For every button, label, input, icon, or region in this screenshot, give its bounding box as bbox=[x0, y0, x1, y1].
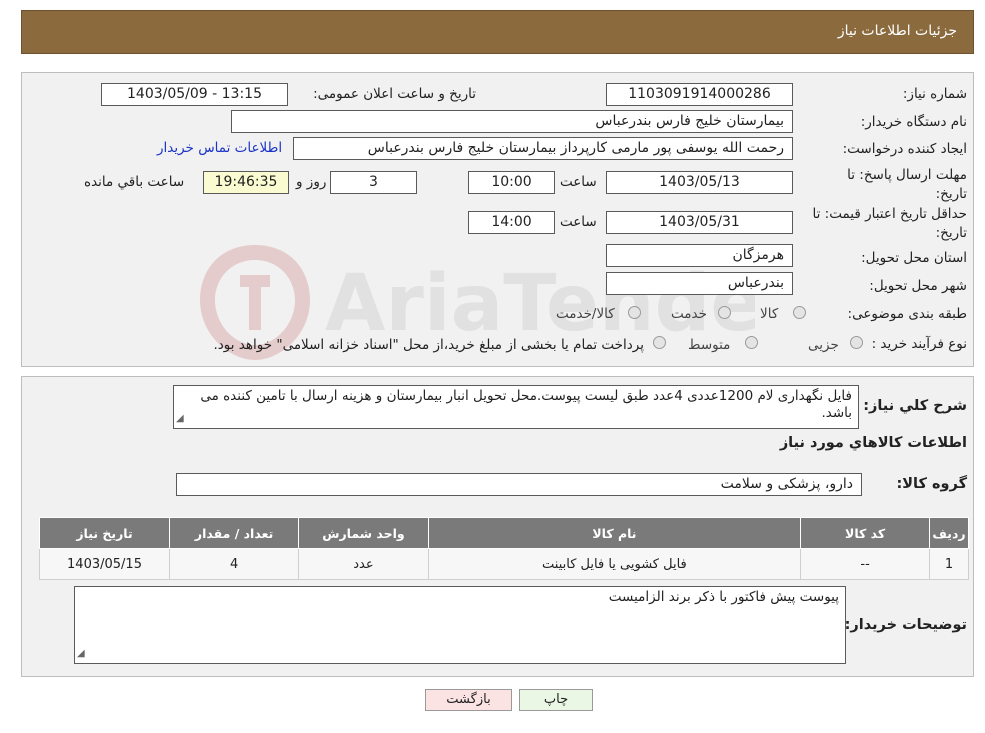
table-row: 1 -- فایل کشویی یا فایل کابینت عدد 4 140… bbox=[38, 548, 969, 580]
items-table-header-row: رديف کد کالا نام کالا واحد شمارش تعداد /… bbox=[38, 517, 969, 549]
price-validity-label: حداقل تاریخ اعتبار قیمت: تا bbox=[812, 206, 967, 222]
process-radio-treasury[interactable] bbox=[653, 336, 666, 349]
summary-textarea: فایل نگهداری لام 1200عددی 4عدد طبق لیست … bbox=[173, 385, 859, 429]
need-number-label: شماره نیاز: bbox=[902, 86, 967, 102]
city-field: بندرعباس bbox=[606, 272, 793, 295]
page-header: جزئیات اطلاعات نیاز bbox=[21, 10, 974, 54]
resize-handle-icon[interactable]: ◢ bbox=[176, 410, 184, 427]
col-header-row-number: رديف bbox=[929, 517, 969, 549]
creator-field: رحمت الله یوسفی پور مارمی کارپرداز بیمار… bbox=[293, 137, 793, 160]
buyer-contact-link[interactable]: اطلاعات تماس خریدار bbox=[157, 140, 282, 156]
category-option-goods: کالا bbox=[760, 306, 779, 322]
resize-handle-icon[interactable]: ◢ bbox=[77, 645, 85, 662]
need-number-field: 1103091914000286 bbox=[606, 83, 793, 106]
days-label: روز و bbox=[296, 174, 327, 190]
items-table-wrapper: رديف کد کالا نام کالا واحد شمارش تعداد /… bbox=[38, 517, 969, 580]
process-option-medium: متوسط bbox=[688, 337, 731, 353]
goods-group-field: دارو، پزشکی و سلامت bbox=[176, 473, 862, 496]
category-option-goods-service: کالا/خدمت bbox=[556, 306, 615, 322]
reply-time-label: ساعت bbox=[560, 174, 597, 190]
buyer-org-field: بیمارستان خلیج فارس بندرعباس bbox=[231, 110, 793, 133]
province-label: استان محل تحویل: bbox=[861, 250, 967, 266]
process-treasury-note: پرداخت تمام یا بخشی از مبلغ خرید،از محل … bbox=[213, 337, 644, 353]
reply-deadline-label-date: تاریخ: bbox=[935, 186, 967, 202]
category-radio-goods[interactable] bbox=[793, 306, 806, 319]
buyer-notes-label: توضیحات خریدار: bbox=[844, 617, 967, 633]
creator-label: ایجاد کننده درخواست: bbox=[842, 141, 967, 157]
reply-time-field: 10:00 bbox=[468, 171, 555, 194]
reply-deadline-label: مهلت ارسال پاسخ: تا bbox=[847, 167, 967, 183]
price-validity-time-field: 14:00 bbox=[468, 211, 555, 234]
print-button[interactable]: چاپ bbox=[519, 689, 593, 711]
page-title: جزئیات اطلاعات نیاز bbox=[837, 23, 957, 39]
cell-goods-name: فایل کشویی یا فایل کابینت bbox=[427, 548, 802, 580]
cell-need-date: 1403/05/15 bbox=[38, 548, 171, 580]
items-heading: اطلاعات کالاهاي مورد نياز bbox=[779, 435, 967, 451]
category-option-service: خدمت bbox=[671, 306, 707, 322]
price-validity-date-field: 1403/05/31 bbox=[606, 211, 793, 234]
announce-datetime-label: تاریخ و ساعت اعلان عمومی: bbox=[313, 86, 476, 102]
summary-label: شرح کلي نياز: bbox=[863, 398, 967, 414]
col-header-quantity: تعداد / مقدار bbox=[169, 517, 300, 549]
price-validity-label-date: تاریخ: bbox=[935, 225, 967, 241]
summary-text: فایل نگهداری لام 1200عددی 4عدد طبق لیست … bbox=[200, 388, 852, 421]
province-field: هرمزگان bbox=[606, 244, 793, 267]
items-table: رديف کد کالا نام کالا واحد شمارش تعداد /… bbox=[38, 517, 969, 580]
cell-row-number: 1 bbox=[929, 548, 969, 580]
announce-datetime-field: 1403/05/09 - 13:15 bbox=[101, 83, 288, 106]
reply-date-field: 1403/05/13 bbox=[606, 171, 793, 194]
cell-quantity: 4 bbox=[169, 548, 300, 580]
days-remaining-field: 3 bbox=[330, 171, 417, 194]
cell-unit: عدد bbox=[298, 548, 429, 580]
price-validity-time-label: ساعت bbox=[560, 214, 597, 230]
col-header-goods-code: کد کالا bbox=[800, 517, 931, 549]
process-option-minor: جزیی bbox=[808, 337, 839, 353]
remaining-time-label: ساعت باقي مانده bbox=[84, 174, 185, 190]
col-header-unit: واحد شمارش bbox=[298, 517, 429, 549]
category-radio-goods-service[interactable] bbox=[628, 306, 641, 319]
col-header-need-date: تاریخ نیاز bbox=[38, 517, 171, 549]
col-header-goods-name: نام کالا bbox=[427, 517, 802, 549]
cell-goods-code: -- bbox=[800, 548, 931, 580]
category-radio-service[interactable] bbox=[718, 306, 731, 319]
buyer-notes-text: پیوست پیش فاکتور با ذکر برند الزامیست bbox=[608, 589, 839, 605]
buyer-notes-textarea: پیوست پیش فاکتور با ذکر برند الزامیست ◢ bbox=[74, 586, 846, 664]
remaining-time-field: 19:46:35 bbox=[203, 171, 289, 194]
goods-group-label: گروه کالا: bbox=[896, 476, 967, 492]
process-type-label: نوع فرآیند خرید : bbox=[871, 336, 967, 352]
back-button[interactable]: بازگشت bbox=[425, 689, 512, 711]
process-radio-minor[interactable] bbox=[850, 336, 863, 349]
category-label: طبقه بندی موضوعی: bbox=[847, 306, 967, 322]
buyer-org-label: نام دستگاه خریدار: bbox=[860, 114, 967, 130]
city-label: شهر محل تحویل: bbox=[869, 278, 967, 294]
process-radio-medium[interactable] bbox=[745, 336, 758, 349]
